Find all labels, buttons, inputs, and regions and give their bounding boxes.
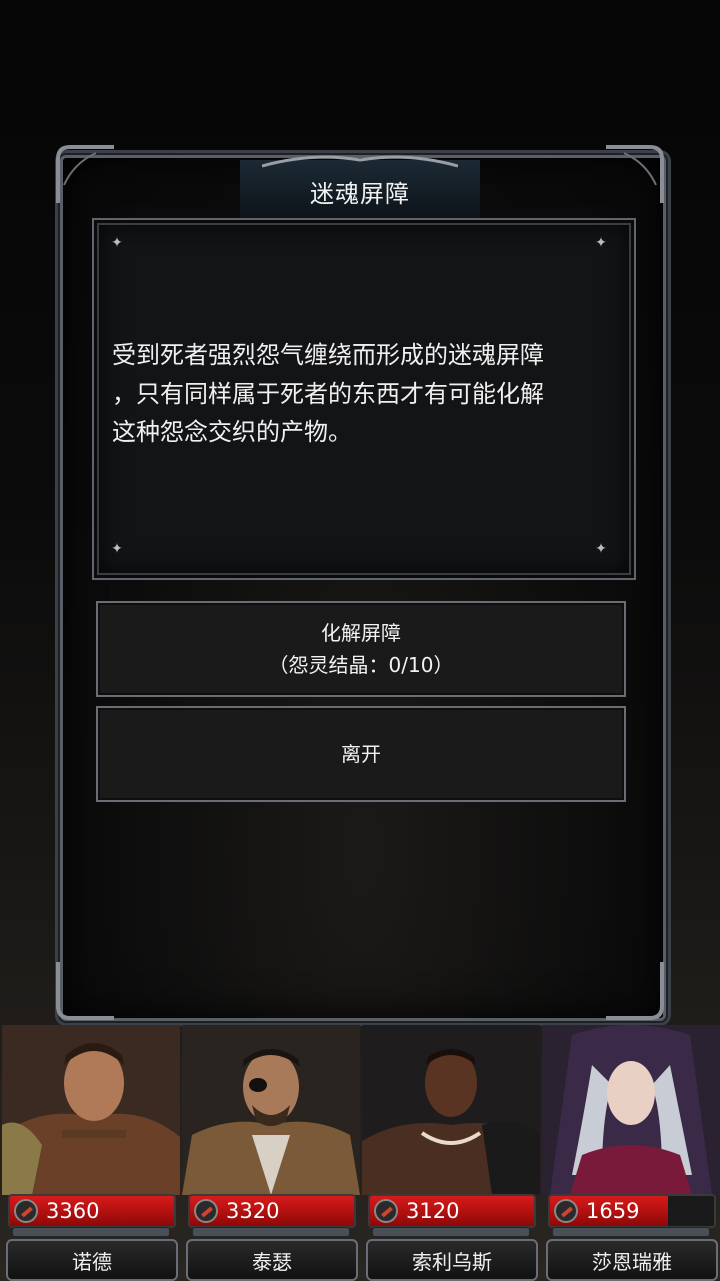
hp-value: 1659 (586, 1199, 640, 1223)
hp-icon (554, 1199, 578, 1223)
energy-bar (372, 1227, 530, 1237)
dialog-title-bar: 迷魂屏障 (240, 160, 480, 224)
sparkle-icon: ✦ (111, 541, 123, 557)
hp-icon (14, 1199, 38, 1223)
hero-name: 索利乌斯 (366, 1239, 538, 1281)
hp-bar: 3320 (188, 1194, 356, 1228)
hp-bar: 3360 (8, 1194, 176, 1228)
hero-portrait (182, 1025, 360, 1195)
energy-bar (552, 1227, 710, 1237)
frame-corner-ornament-icon (56, 962, 114, 1020)
hero-name: 莎恩瑞雅 (546, 1239, 718, 1281)
hero-name: 诺德 (6, 1239, 178, 1281)
hero-name: 泰瑟 (186, 1239, 358, 1281)
resolve-barrier-label: 化解屏障 (321, 621, 401, 645)
hp-icon (374, 1199, 398, 1223)
hp-value: 3320 (226, 1199, 280, 1223)
energy-bar (192, 1227, 350, 1237)
resolve-barrier-requirement: （怨灵结晶：0/10） (268, 653, 454, 677)
description-line: 这种怨念交织的产物。 (112, 418, 352, 446)
hp-icon (194, 1199, 218, 1223)
frame-corner-ornament-icon (56, 145, 114, 203)
description-text: 受到死者强烈怨气缠绕而形成的迷魂屏障 ，只有同样属于死者的东西才有可能化解 这种… (112, 336, 612, 452)
hp-bar: 1659 (548, 1194, 716, 1228)
hero-portrait (542, 1025, 720, 1195)
party-member[interactable]: 3120 索利乌斯 (362, 1025, 540, 1281)
party-member[interactable]: 1659 莎恩瑞雅 (542, 1025, 720, 1281)
party-bar: 3360 诺德 3320 泰瑟 3120 索利乌斯 1659 莎恩瑞雅 (0, 1025, 720, 1281)
energy-bar (12, 1227, 170, 1237)
sparkle-icon: ✦ (595, 541, 607, 557)
party-member[interactable]: 3360 诺德 (2, 1025, 180, 1281)
leave-label: 离开 (341, 742, 381, 766)
dialog-title: 迷魂屏障 (310, 179, 410, 208)
sparkle-icon: ✦ (595, 235, 607, 251)
party-member[interactable]: 3320 泰瑟 (182, 1025, 360, 1281)
frame-corner-ornament-icon (606, 145, 664, 203)
frame-corner-ornament-icon (606, 962, 664, 1020)
hp-bar: 3120 (368, 1194, 536, 1228)
leave-button[interactable]: 离开 (96, 706, 626, 802)
resolve-barrier-button[interactable]: 化解屏障 （怨灵结晶：0/10） (96, 601, 626, 697)
hero-portrait (362, 1025, 540, 1195)
sparkle-icon: ✦ (111, 235, 123, 251)
description-line: ，只有同样属于死者的东西才有可能化解 (112, 379, 544, 408)
hero-portrait (2, 1025, 180, 1195)
title-ornament-icon (262, 155, 458, 168)
hp-value: 3120 (406, 1199, 460, 1223)
description-line: 受到死者强烈怨气缠绕而形成的迷魂屏障 (112, 341, 544, 369)
hp-value: 3360 (46, 1199, 100, 1223)
